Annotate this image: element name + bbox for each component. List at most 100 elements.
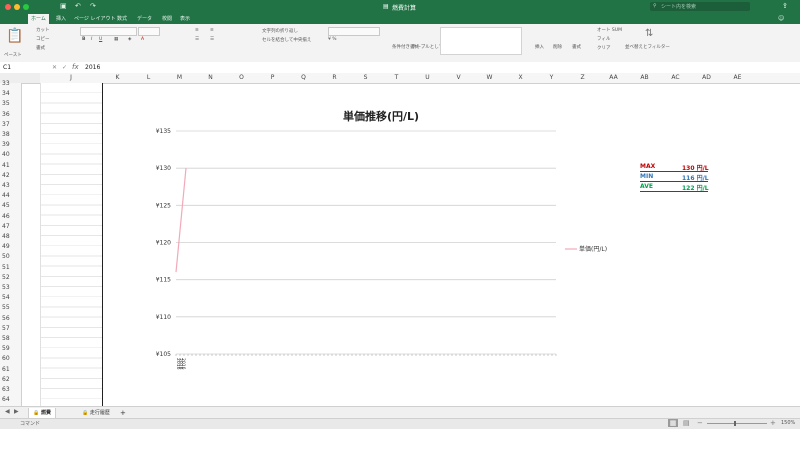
line-chart[interactable]: 単価推移(円/L) ¥135 ¥130 ¥125 ¥120 ¥115 ¥110 ¥105 2… (103, 83, 800, 406)
zoom-slider[interactable] (707, 423, 767, 424)
prev-sheet-icon[interactable]: ◀ (5, 408, 10, 415)
column-header[interactable]: W (474, 73, 505, 83)
column-header[interactable]: V (443, 73, 474, 83)
zoom-out-icon[interactable]: − (697, 419, 703, 427)
row-header[interactable]: 34 (0, 90, 23, 97)
row-header[interactable]: 52 (0, 274, 23, 281)
cut-button[interactable]: カット (36, 27, 50, 33)
row-header[interactable]: 39 (0, 141, 23, 148)
row-header[interactable]: 54 (0, 294, 23, 301)
sort-filter-button[interactable]: 並べ替えとフィルター (625, 44, 670, 50)
bold-icon[interactable]: B (82, 37, 85, 42)
merge-center-button[interactable]: セルを結合して中央揃え (262, 37, 311, 43)
row-header[interactable]: 56 (0, 315, 23, 322)
column-header[interactable]: T (381, 73, 412, 83)
enter-icon[interactable]: ✓ (62, 64, 67, 71)
row-header[interactable]: 64 (0, 396, 23, 403)
close-window-button[interactable] (5, 4, 11, 10)
format-cells-button[interactable]: 書式 (572, 44, 581, 50)
border-icon[interactable]: ▦ (114, 37, 118, 42)
copy-button[interactable]: コピー (36, 36, 50, 42)
column-header[interactable]: Y (536, 73, 567, 83)
fill-button[interactable]: フィル (597, 36, 610, 42)
currency-icon[interactable]: ¥ % (328, 37, 337, 42)
row-header[interactable]: 57 (0, 325, 23, 332)
minimize-window-button[interactable] (14, 4, 20, 10)
align-top-icon[interactable]: ≡ (195, 28, 199, 33)
row-header[interactable]: 49 (0, 243, 23, 250)
column-header[interactable]: R (319, 73, 350, 83)
column-header[interactable]: U (412, 73, 443, 83)
formula-input[interactable]: 2016 (85, 64, 100, 71)
column-header[interactable]: AB (629, 73, 660, 83)
column-header[interactable]: S (350, 73, 381, 83)
column-header[interactable]: AA (598, 73, 629, 83)
normal-view-icon[interactable]: ▦ (668, 419, 678, 427)
row-header[interactable]: 40 (0, 151, 23, 158)
cancel-icon[interactable]: ✕ (52, 64, 57, 71)
font-name-select[interactable] (80, 27, 137, 36)
add-sheet-button[interactable]: + (116, 408, 130, 418)
zoom-window-button[interactable] (23, 4, 29, 10)
tab-data[interactable]: データ (137, 15, 152, 22)
column-header[interactable]: J (40, 73, 102, 83)
row-header[interactable]: 47 (0, 223, 23, 230)
tab-home[interactable]: ホーム (28, 14, 49, 24)
row-header[interactable]: 63 (0, 386, 23, 393)
row-header[interactable]: 59 (0, 345, 23, 352)
row-header[interactable]: 44 (0, 192, 23, 199)
italic-icon[interactable]: I (91, 37, 92, 42)
row-header[interactable]: 45 (0, 202, 23, 209)
column-header[interactable]: K (102, 73, 133, 83)
row-header[interactable]: 50 (0, 253, 23, 260)
column-header[interactable]: O (226, 73, 257, 83)
align-middle-icon[interactable]: ≡ (210, 28, 214, 33)
paste-icon[interactable]: 📋 (6, 28, 23, 44)
row-header[interactable]: 41 (0, 162, 23, 169)
align-left-icon[interactable]: ☰ (195, 37, 199, 42)
row-header[interactable]: 61 (0, 366, 23, 373)
row-header[interactable]: 42 (0, 172, 23, 179)
delete-cells-button[interactable]: 削除 (553, 44, 562, 50)
sort-filter-icon[interactable]: ⇅ (645, 28, 653, 39)
redo-icon[interactable]: ↷ (90, 2, 96, 10)
fill-color-icon[interactable]: ◈ (128, 37, 131, 42)
tab-view[interactable]: 表示 (180, 15, 190, 22)
column-header[interactable]: P (257, 73, 288, 83)
row-header[interactable]: 38 (0, 131, 23, 138)
sheet-tab-history[interactable]: 🔒 走行履歴 (78, 408, 114, 418)
zoom-in-icon[interactable]: + (770, 419, 776, 427)
series-line[interactable] (175, 168, 187, 273)
search-field[interactable]: ⚲ シート内を検索 (650, 2, 750, 11)
row-header[interactable]: 53 (0, 284, 23, 291)
cell-styles-gallery[interactable] (440, 27, 522, 55)
column-j-cells[interactable] (40, 83, 103, 406)
row-header[interactable]: 43 (0, 182, 23, 189)
underline-icon[interactable]: U (99, 37, 102, 42)
column-header[interactable]: AE (722, 73, 753, 83)
zoom-slider-thumb[interactable] (734, 421, 736, 426)
row-header[interactable]: 60 (0, 355, 23, 362)
tab-formulas[interactable]: 数式 (117, 15, 127, 22)
row-header[interactable]: 46 (0, 213, 23, 220)
row-header[interactable]: 48 (0, 233, 23, 240)
clear-button[interactable]: クリア (597, 45, 611, 51)
number-format-select[interactable] (328, 27, 380, 36)
row-header[interactable]: 62 (0, 376, 23, 383)
align-center-icon[interactable]: ☰ (210, 37, 214, 42)
column-header[interactable]: AD (691, 73, 722, 83)
row-header[interactable]: 55 (0, 304, 23, 311)
function-icon[interactable]: fx (72, 63, 79, 71)
column-header[interactable]: Q (288, 73, 319, 83)
tab-insert[interactable]: 挿入 (56, 15, 66, 22)
account-icon[interactable]: ☺ (778, 15, 784, 22)
row-header[interactable]: 58 (0, 335, 23, 342)
column-header[interactable]: L (133, 73, 164, 83)
row-header[interactable]: 37 (0, 121, 23, 128)
row-header[interactable]: 33 (0, 80, 23, 87)
row-header[interactable]: 51 (0, 264, 23, 271)
insert-cells-button[interactable]: 挿入 (535, 44, 544, 50)
tab-page-layout[interactable]: ページ レイアウト (74, 15, 116, 22)
font-color-icon[interactable]: A (141, 37, 144, 42)
share-icon[interactable]: ⇪ (782, 2, 788, 10)
